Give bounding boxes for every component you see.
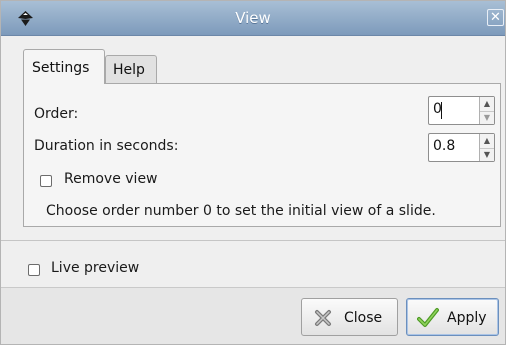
order-spinbox[interactable]: 0 ▲ ▼ [428,96,495,125]
remove-view-label: Remove view [64,171,158,187]
duration-spin-buttons: ▲ ▼ [479,134,494,161]
duration-value: 0.8 [433,138,456,154]
tab-help[interactable]: Help [105,55,157,83]
close-button-label: Close [344,310,383,326]
tab-settings[interactable]: Settings [23,49,105,84]
duration-spinbox[interactable]: 0.8 ▲ ▼ [428,133,495,162]
remove-view-checkbox[interactable] [40,175,52,187]
order-decrement-icon[interactable]: ▼ [480,111,494,125]
apply-button-label: Apply [447,310,487,326]
settings-panel: Order: 0 ▲ ▼ Duration in seconds: 0.8 ▲ … [23,83,501,227]
title-bar[interactable]: View ✕ [1,1,505,36]
duration-decrement-icon[interactable]: ▼ [480,148,494,162]
duration-label: Duration in seconds: [34,138,179,154]
order-increment-icon[interactable]: ▲ [480,97,494,112]
tab-help-label: Help [113,62,145,78]
live-preview-label: Live preview [51,260,140,276]
close-x-icon [315,310,331,326]
apply-button[interactable]: Apply [406,298,499,336]
text-cursor [441,102,442,119]
separator [1,240,505,241]
order-label: Order: [34,106,79,122]
duration-increment-icon[interactable]: ▲ [480,134,494,149]
button-area: Close Apply [1,287,505,344]
window-close-icon[interactable]: ✕ [487,9,504,26]
close-button[interactable]: Close [301,298,398,336]
checkmark-icon [417,308,439,327]
order-spin-buttons: ▲ ▼ [479,97,494,124]
live-preview-checkbox[interactable] [28,264,40,276]
view-dialog: View ✕ Settings Help Order: 0 ▲ ▼ Durati… [0,0,506,345]
window-title: View [235,9,271,27]
tab-settings-label: Settings [32,60,90,76]
order-hint-text: Choose order number 0 to set the initial… [46,203,436,219]
